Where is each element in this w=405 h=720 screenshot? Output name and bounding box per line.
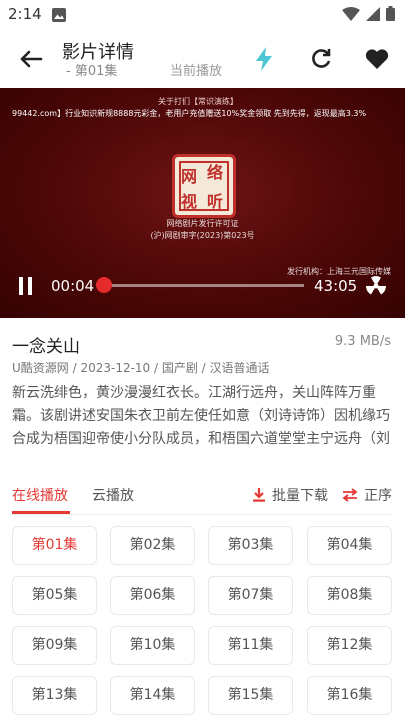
episode-button[interactable]: 第09集: [12, 626, 97, 665]
episode-button[interactable]: 第06集: [110, 576, 195, 615]
progress-bar[interactable]: [96, 277, 304, 293]
video-player[interactable]: 关于打们【常识演练】 99442.com】行业知识新规8888元彩金，老用户充值…: [0, 88, 405, 318]
episode-button[interactable]: 第01集: [12, 526, 97, 565]
tab-cloud-play[interactable]: 云播放: [92, 485, 134, 505]
show-name: 一念关山: [12, 337, 80, 357]
pause-icon[interactable]: [18, 277, 34, 299]
back-arrow-icon[interactable]: [18, 46, 46, 72]
lightning-icon[interactable]: [252, 46, 278, 72]
episode-button[interactable]: 第13集: [12, 676, 97, 715]
episode-button[interactable]: 第07集: [208, 576, 293, 615]
sort-order-button[interactable]: 正序: [342, 485, 392, 505]
video-watermark-text: 关于打们【常识演练】: [158, 97, 238, 106]
tabs-divider: [12, 514, 393, 515]
top-bar: 影片详情 - 第01集 当前播放: [0, 30, 405, 88]
now-playing-label: 当前播放: [170, 64, 223, 79]
episode-button[interactable]: 第02集: [110, 526, 195, 565]
sort-order-label: 正序: [364, 488, 392, 504]
episode-button[interactable]: 第03集: [208, 526, 293, 565]
batch-download-label: 批量下载: [272, 488, 328, 504]
episode-button[interactable]: 第14集: [110, 676, 195, 715]
source-tabs: 在线播放 云播放 批量下载 正序: [0, 478, 405, 515]
swap-arrows-icon: [342, 488, 358, 502]
refresh-icon[interactable]: [308, 46, 334, 72]
episode-button[interactable]: 第04集: [307, 526, 392, 565]
status-icons: [342, 6, 395, 21]
radiation-logo-icon[interactable]: [364, 274, 388, 302]
image-notification-icon: [52, 7, 66, 26]
current-time: 00:04: [51, 277, 95, 295]
show-meta: U酷资源网 / 2023-12-10 / 国产剧 / 汉语普通话: [12, 361, 270, 375]
signal-icon: [366, 6, 380, 21]
status-time: 2:14: [8, 5, 42, 23]
episode-button[interactable]: 第10集: [110, 626, 195, 665]
progress-knob[interactable]: [96, 277, 113, 293]
episode-button[interactable]: 第15集: [208, 676, 293, 715]
show-description[interactable]: 新云洗绯色，黄沙漫漫红衣长。江湖行远舟，关山阵阵万重霜。该剧讲述安国朱衣卫前左使…: [12, 382, 392, 451]
episode-button[interactable]: 第16集: [307, 676, 392, 715]
episode-button[interactable]: 第08集: [307, 576, 392, 615]
license-text: 网络剧片发行许可证: [166, 219, 239, 228]
duration-time: 43:05: [314, 277, 358, 295]
wifi-icon: [342, 6, 360, 21]
license-number-text: (沪)网剧审字(2023)第023号: [150, 231, 255, 240]
battery-icon: [386, 6, 395, 21]
download-icon: [253, 488, 265, 502]
episode-button[interactable]: 第11集: [208, 626, 293, 665]
download-speed: 9.3 MB/s: [334, 334, 391, 349]
batch-download-button[interactable]: 批量下载: [252, 485, 328, 505]
status-bar: 2:14: [0, 0, 405, 30]
favorite-heart-icon[interactable]: [364, 46, 390, 72]
video-scrolling-ticker: 99442.com】行业知识新规8888元彩金，老用户充值赠送10%奖金领取 先…: [12, 109, 367, 118]
episode-button[interactable]: 第05集: [12, 576, 97, 615]
approval-seal-logo: 网 络 视 听: [172, 154, 236, 218]
episode-button[interactable]: 第12集: [307, 626, 392, 665]
episode-subtitle: - 第01集: [66, 64, 118, 79]
tab-online-play[interactable]: 在线播放: [12, 485, 68, 505]
